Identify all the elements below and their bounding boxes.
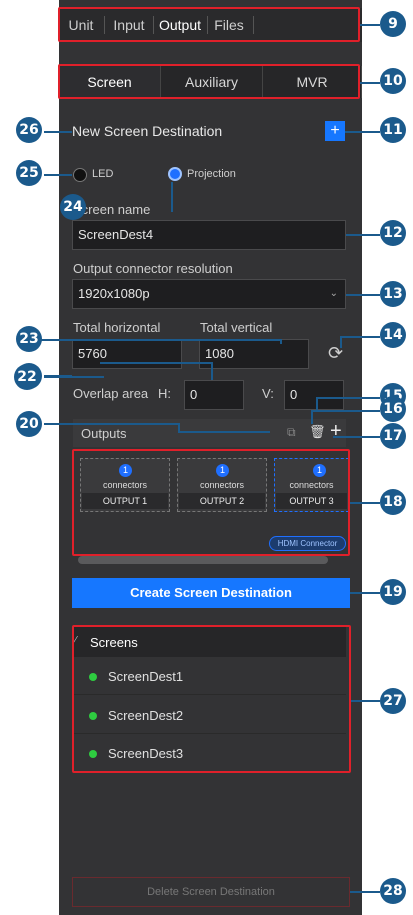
resolution-select[interactable]: 1920x1080p ⌄: [72, 279, 346, 309]
callout-line: [350, 891, 380, 893]
add-screen-icon[interactable]: +: [325, 121, 345, 141]
callout-badge: 27: [380, 688, 406, 714]
callout-line: [350, 502, 380, 504]
highlight-box-9: [58, 7, 360, 42]
callout-line: [44, 423, 178, 425]
screen-name-input[interactable]: ScreenDest4: [72, 220, 346, 250]
callout-badge: 16: [380, 396, 406, 422]
total-vertical-label: Total vertical: [200, 320, 273, 335]
overlap-h-input[interactable]: 0: [184, 380, 244, 410]
callout-line: [44, 174, 72, 176]
radio-projection-label: Projection: [187, 168, 236, 180]
callout-line: [100, 362, 213, 364]
horizontal-scrollbar[interactable]: [78, 556, 328, 564]
delete-screen-destination-button[interactable]: Delete Screen Destination: [72, 877, 350, 907]
callout-badge: 9: [380, 11, 406, 37]
highlight-box-10: [58, 64, 360, 99]
callout-line: [311, 410, 380, 412]
callout-line: [345, 131, 380, 133]
outputs-label: Outputs: [81, 426, 127, 441]
callout-line: [360, 24, 380, 26]
resolution-label: Output connector resolution: [73, 261, 233, 276]
total-vertical-input[interactable]: 1080: [199, 339, 309, 369]
callout-line: [178, 431, 270, 433]
radio-led[interactable]: [73, 168, 87, 182]
callout-badge: 23: [16, 326, 42, 352]
callout-badge: 17: [380, 423, 406, 449]
callout-badge: 26: [16, 117, 42, 143]
callout-line: [340, 336, 380, 338]
callout-line: [171, 182, 173, 212]
form-title: New Screen Destination: [72, 123, 223, 139]
callout-badge: 13: [380, 281, 406, 307]
callout-line: [316, 397, 380, 399]
callout-line: [44, 375, 72, 377]
callout-line: [333, 436, 380, 438]
overlap-v-input[interactable]: 0: [284, 380, 344, 410]
callout-line: [40, 339, 280, 341]
callout-badge: 22: [14, 364, 40, 390]
chevron-down-icon: ⌄: [329, 288, 338, 299]
callout-line: [311, 410, 313, 424]
callout-badge: 24: [60, 194, 86, 220]
callout-line: [360, 82, 380, 84]
callout-badge: 12: [380, 220, 406, 246]
highlight-box-27: [72, 625, 351, 773]
callout-line: [280, 339, 282, 344]
delete-output-icon[interactable]: 🗑: [309, 424, 326, 440]
total-horizontal-input[interactable]: 5760: [72, 339, 182, 369]
callout-line: [44, 131, 72, 133]
callout-badge: 19: [380, 579, 406, 605]
overlap-v-label: V:: [262, 386, 274, 401]
callout-line: [351, 700, 380, 702]
add-output-icon[interactable]: +: [330, 420, 342, 443]
callout-line: [346, 294, 380, 296]
callout-badge: 28: [380, 878, 406, 904]
callout-line: [211, 362, 213, 380]
callout-badge: 18: [380, 489, 406, 515]
callout-badge: 20: [16, 411, 42, 437]
callout-line: [350, 592, 380, 594]
radio-projection[interactable]: [168, 167, 182, 181]
highlight-box-18: [72, 449, 350, 556]
callout-line: [346, 234, 380, 236]
overlap-h-label: H:: [158, 386, 171, 401]
callout-badge: 11: [380, 117, 406, 143]
copy-icon[interactable]: ⧉: [287, 425, 296, 440]
create-screen-destination-button[interactable]: Create Screen Destination: [72, 578, 350, 608]
resolution-value: 1920x1080p: [78, 286, 150, 301]
total-horizontal-label: Total horizontal: [73, 320, 161, 335]
radio-led-label: LED: [92, 168, 114, 180]
callout-badge: 14: [380, 322, 406, 348]
callout-badge: 10: [380, 68, 406, 94]
overlap-label: Overlap area: [73, 386, 149, 401]
callout-badge: 25: [16, 160, 42, 186]
